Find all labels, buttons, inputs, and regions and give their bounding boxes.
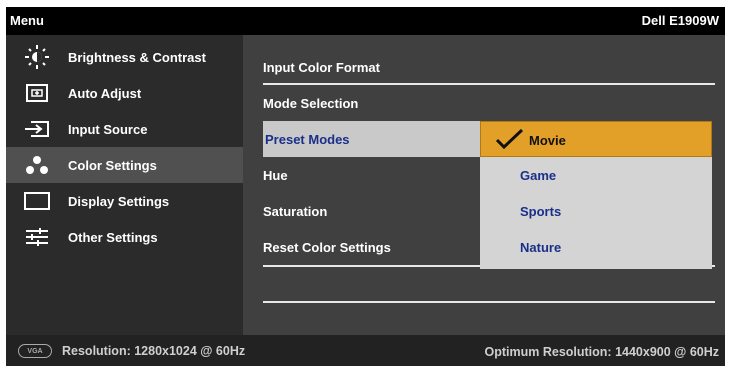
sidebar-item-label: Brightness & Contrast (68, 49, 206, 65)
preset-option-nature[interactable]: Nature (480, 229, 712, 265)
row-label: Mode Selection (263, 96, 359, 111)
sidebar-item-other-settings[interactable]: Other Settings (6, 219, 243, 255)
vga-connector-icon: VGA (18, 344, 52, 358)
preset-option-sports[interactable]: Sports (480, 193, 712, 229)
status-bar: VGA Resolution: 1280x1024 @ 60Hz Optimum… (6, 335, 725, 366)
sidebar-item-brightness-contrast[interactable]: Brightness & Contrast (6, 39, 243, 75)
row-label: Input Color Format (263, 60, 380, 75)
sidebar-item-label: Auto Adjust (68, 85, 142, 101)
optimum-resolution: Optimum Resolution: 1440x900 @ 60Hz (484, 345, 719, 359)
color-settings-icon (20, 153, 54, 177)
preset-label: Nature (520, 240, 562, 255)
row-saturation[interactable]: Saturation (263, 193, 481, 229)
row-input-color-format[interactable]: Input Color Format (263, 49, 715, 85)
other-settings-icon (20, 225, 54, 249)
sidebar-item-color-settings[interactable]: Color Settings (6, 147, 243, 183)
sidebar-item-display-settings[interactable]: Display Settings (6, 183, 243, 219)
row-hue[interactable]: Hue (263, 157, 481, 193)
checkmark-icon (495, 128, 525, 155)
row-label: Preset Modes (265, 132, 350, 147)
sidebar-item-auto-adjust[interactable]: Auto Adjust (6, 75, 243, 111)
row-label: Reset Color Settings (263, 240, 391, 255)
sidebar-item-label: Color Settings (68, 157, 157, 173)
monitor-model: Dell E1909W (641, 13, 719, 28)
row-mode-selection[interactable]: Mode Selection (263, 85, 715, 121)
input-source-icon (20, 117, 54, 141)
title-bar: Menu Dell E1909W (6, 7, 725, 35)
auto-adjust-icon (20, 81, 54, 105)
preset-label: Sports (520, 204, 562, 219)
sidebar: Brightness & Contrast Auto Adjust Input … (6, 35, 243, 335)
row-reset-color-settings[interactable]: Reset Color Settings (263, 229, 481, 265)
display-settings-icon (20, 189, 54, 213)
osd-menu: Menu Dell E1909W Brightness & Contrast A… (6, 7, 725, 366)
preset-label: Movie (529, 133, 566, 148)
row-preset-modes[interactable]: Preset Modes (263, 121, 481, 157)
preset-option-game[interactable]: Game (480, 157, 712, 193)
preset-option-movie[interactable]: Movie (480, 121, 712, 157)
brightness-icon (20, 45, 54, 69)
sidebar-item-input-source[interactable]: Input Source (6, 111, 243, 147)
sidebar-item-label: Other Settings (68, 229, 158, 245)
sidebar-item-label: Input Source (68, 121, 148, 137)
row-label: Saturation (263, 204, 328, 219)
current-resolution: VGA Resolution: 1280x1024 @ 60Hz (18, 344, 245, 358)
resolution-text: Resolution: 1280x1024 @ 60Hz (62, 344, 246, 358)
row-label: Hue (263, 168, 288, 183)
preset-modes-list: Movie Game Sports Nature (480, 121, 712, 269)
preset-label: Game (520, 168, 557, 183)
sidebar-item-label: Display Settings (68, 193, 170, 209)
menu-title: Menu (10, 13, 44, 28)
divider (263, 301, 715, 303)
